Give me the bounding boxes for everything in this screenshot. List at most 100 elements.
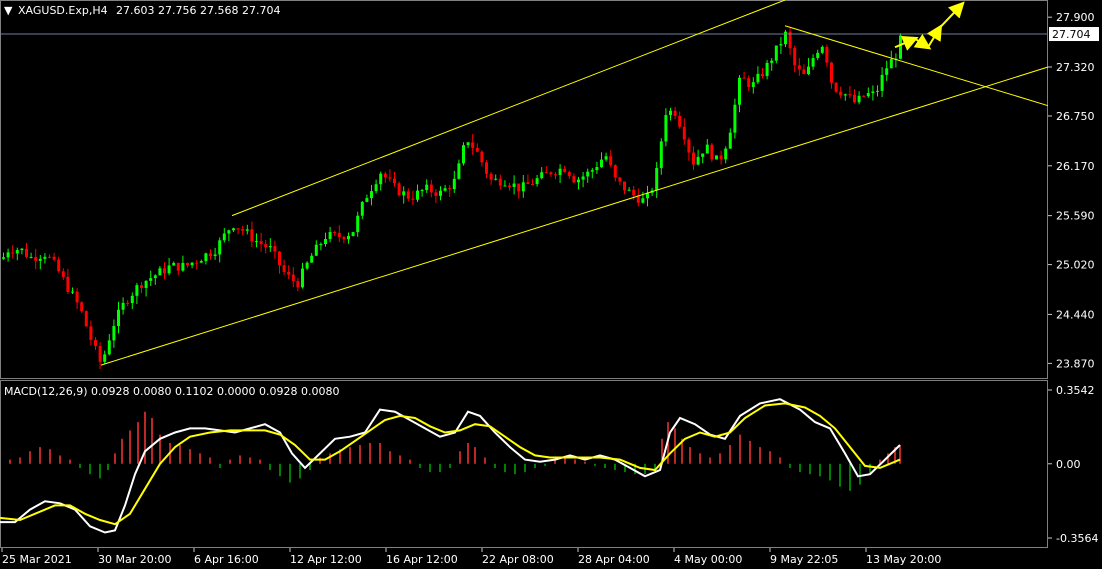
candle-body <box>397 183 401 196</box>
candle-body <box>825 46 829 63</box>
candle-body <box>572 176 576 183</box>
candle-body <box>434 192 438 196</box>
candle-body <box>655 167 659 191</box>
candle-body <box>710 144 714 160</box>
macd-tick-label: -0.3564 <box>1056 532 1098 545</box>
candle-body <box>287 271 291 275</box>
y-tick-label: 27.900 <box>1056 11 1095 24</box>
candle-body <box>563 168 567 172</box>
trendline[interactable] <box>231 0 786 217</box>
candle-body <box>245 229 249 231</box>
candle-body <box>11 252 15 254</box>
candle-body <box>834 82 838 92</box>
y-tick-label: 23.870 <box>1056 357 1095 370</box>
macd-axis: 0.3542 0.00 -0.3564 <box>1048 384 1098 545</box>
candle-body <box>839 91 843 96</box>
candle-body <box>66 276 70 292</box>
forecast-arrow[interactable] <box>894 36 919 51</box>
candle-body <box>503 185 507 187</box>
candle-body <box>163 268 166 274</box>
candle-body <box>126 302 130 304</box>
candle-body <box>590 170 594 172</box>
candle-body <box>38 258 42 261</box>
candle-body <box>181 262 185 271</box>
candle-body <box>149 278 153 281</box>
ohlc-values: 27.603 27.756 27.568 27.704 <box>116 4 280 17</box>
candle-body <box>604 156 608 160</box>
trendline[interactable] <box>100 66 1049 366</box>
candle-body <box>544 172 548 174</box>
candle-body <box>816 52 820 59</box>
candle-body <box>779 44 783 46</box>
candle-body <box>416 190 419 200</box>
candle-body <box>554 174 557 176</box>
candle-body <box>6 252 10 258</box>
x-tick-label: 9 May 22:05 <box>770 553 838 566</box>
trendline[interactable] <box>784 25 1049 107</box>
candle-body <box>158 268 162 276</box>
candle-body <box>199 261 203 263</box>
macd-layer <box>0 398 901 534</box>
candle-body <box>98 346 102 362</box>
candle-body <box>480 151 484 163</box>
candle-body <box>724 148 728 160</box>
candle-body <box>195 262 199 264</box>
macd-tick-label: 0.3542 <box>1056 384 1095 397</box>
candle-body <box>512 183 516 187</box>
y-tick-label: 26.750 <box>1056 110 1095 123</box>
candle-body <box>144 280 148 289</box>
candle-body <box>770 60 774 63</box>
candle-body <box>761 73 764 77</box>
candle-body <box>153 275 157 279</box>
candle-body <box>558 168 562 175</box>
candle-body <box>29 256 33 258</box>
candle-body <box>89 326 93 340</box>
candle-body <box>25 248 28 258</box>
candle-body <box>889 59 893 69</box>
candle-body <box>57 259 61 272</box>
chart-canvas[interactable]: 27.900 27.320 26.750 26.170 25.590 25.020 24.4… <box>0 0 1102 569</box>
candle-body <box>531 184 534 186</box>
candle-body <box>209 253 212 257</box>
y-tick-label: 24.440 <box>1056 308 1095 321</box>
candle-body <box>222 233 226 241</box>
candles-layer <box>2 26 902 370</box>
candle-body <box>250 229 254 242</box>
candle-body <box>71 291 74 293</box>
candle-body <box>577 179 580 183</box>
candle-body <box>567 171 571 177</box>
y-tick-label: 26.170 <box>1056 160 1095 173</box>
candle-body <box>687 139 691 153</box>
forecast-arrow[interactable] <box>913 33 932 50</box>
current-price-label: 27.704 <box>1052 28 1091 41</box>
x-tick-label: 6 Apr 16:00 <box>194 553 259 566</box>
x-tick-label: 16 Apr 12:00 <box>386 553 458 566</box>
candle-body <box>130 295 134 304</box>
candle-body <box>236 228 240 230</box>
candle-body <box>232 228 235 231</box>
candle-body <box>255 241 258 243</box>
candle-body <box>475 147 479 152</box>
candle-body <box>273 246 277 252</box>
candle-body <box>600 159 603 168</box>
candle-body <box>20 248 24 251</box>
forecast-arrow[interactable] <box>926 24 943 48</box>
candle-body <box>540 172 544 179</box>
candle-body <box>848 94 852 96</box>
candle-body <box>765 62 769 77</box>
symbol-menu-icon[interactable]: ▼ <box>4 4 13 17</box>
candle-body <box>448 188 452 190</box>
candle-body <box>328 232 332 240</box>
candle-body <box>107 340 111 355</box>
forecast-arrows-layer[interactable] <box>894 1 965 51</box>
candle-body <box>112 326 116 341</box>
candle-body <box>738 77 741 105</box>
candle-body <box>342 237 346 240</box>
candle-body <box>121 302 125 310</box>
candle-body <box>581 176 585 180</box>
forecast-arrow[interactable] <box>939 1 965 29</box>
candle-body <box>393 178 396 184</box>
candle-body <box>135 285 139 296</box>
candle-body <box>692 152 695 165</box>
candle-body <box>857 95 861 103</box>
